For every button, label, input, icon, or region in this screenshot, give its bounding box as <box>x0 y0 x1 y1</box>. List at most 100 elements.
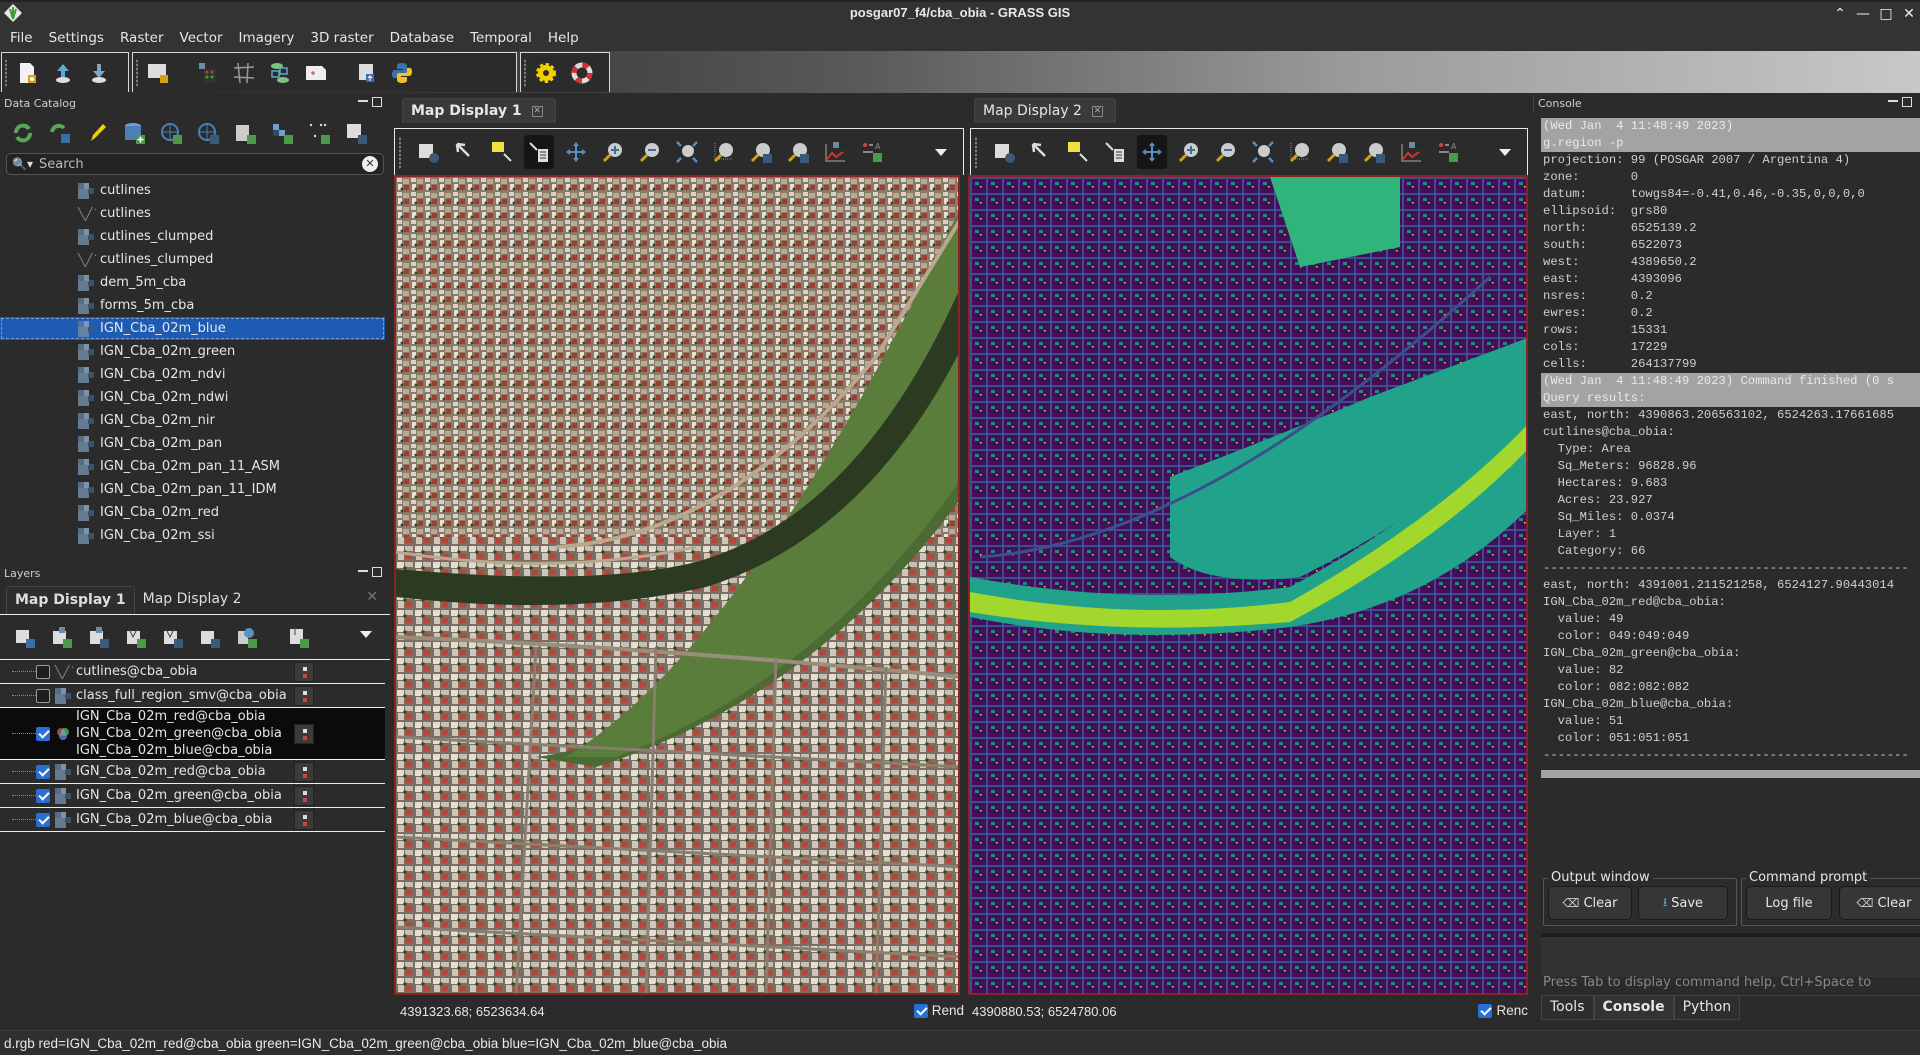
query-button[interactable] <box>1100 135 1130 169</box>
zoom-out-button[interactable] <box>1211 135 1241 169</box>
import-button[interactable] <box>10 622 40 652</box>
menu-imagery[interactable]: Imagery <box>231 26 303 51</box>
select-button[interactable] <box>1063 135 1093 169</box>
layer-row[interactable]: IGN_Cba_02m_red@cba_obia IGN_Cba_02m_gree… <box>0 708 385 760</box>
layer-visibility-checkbox[interactable] <box>36 726 50 741</box>
log-file-button[interactable]: Log file <box>1746 886 1832 920</box>
analyze-button[interactable] <box>820 135 850 169</box>
catalog-item[interactable]: IGN_Cba_02m_nir <box>0 409 385 432</box>
add-mapset-button[interactable] <box>230 118 260 148</box>
layer-row[interactable]: IGN_Cba_02m_blue@cba_obia <box>0 808 385 832</box>
layer-row[interactable]: IGN_Cba_02m_green@cba_obia <box>0 784 385 808</box>
menu-file[interactable]: File <box>2 26 41 51</box>
catalog-item[interactable]: forms_5m_cba <box>0 294 385 317</box>
close-button[interactable]: ✕ <box>1899 5 1919 23</box>
catalog-item[interactable]: ╲╱˙ cutlines <box>0 202 385 225</box>
georectifier-button[interactable] <box>229 58 259 88</box>
menu-3d-raster[interactable]: 3D raster <box>302 26 381 51</box>
import-location-button[interactable] <box>193 118 223 148</box>
catalog-item[interactable]: cutlines <box>0 179 385 202</box>
add-grass-database-button[interactable] <box>119 118 149 148</box>
map-toolbar-overflow-icon[interactable] <box>935 149 947 156</box>
catalog-search-input[interactable] <box>33 156 362 172</box>
layer-visibility-checkbox[interactable] <box>36 688 50 703</box>
zoom-region-button[interactable] <box>709 135 739 169</box>
map-canvas-2[interactable] <box>968 175 1528 995</box>
display-map-button[interactable] <box>413 135 443 169</box>
zoom-extent-button[interactable] <box>672 135 702 169</box>
map-canvas-1[interactable] <box>394 175 960 995</box>
reload-button[interactable] <box>8 118 38 148</box>
pointer-button[interactable] <box>450 135 480 169</box>
zoom-in-button[interactable] <box>1174 135 1204 169</box>
toolbar-grip[interactable] <box>136 59 138 87</box>
catalog-item[interactable]: IGN_Cba_02m_red <box>0 501 385 524</box>
link-external-button[interactable] <box>341 118 371 148</box>
catalog-item[interactable]: cutlines_clumped <box>0 225 385 248</box>
menu-database[interactable]: Database <box>382 26 462 51</box>
layer-visibility-checkbox[interactable] <box>36 664 50 679</box>
display-map-button[interactable] <box>989 135 1019 169</box>
launch-script-button[interactable] <box>351 58 381 88</box>
select-button[interactable] <box>487 135 517 169</box>
add-overlay-button[interactable] <box>195 622 225 652</box>
layers-tab-map-display-2[interactable]: Map Display 2 <box>135 586 250 614</box>
pan-button[interactable] <box>561 135 591 169</box>
menu-temporal[interactable]: Temporal <box>462 26 540 51</box>
menu-raster[interactable]: Raster <box>112 26 172 51</box>
add-raster-button[interactable] <box>47 622 77 652</box>
toolbar-grip[interactable] <box>399 137 401 169</box>
add-raster-misc-button[interactable] <box>84 622 114 652</box>
settings-button[interactable] <box>531 58 561 88</box>
catalog-item[interactable]: ╲╱˙ cutlines_clumped <box>0 248 385 271</box>
dock-minimize-icon[interactable] <box>1888 100 1898 102</box>
catalog-item[interactable]: IGN_Cba_02m_pan_11_IDM <box>0 478 385 501</box>
toolbar-grip[interactable] <box>975 137 977 169</box>
pan-button[interactable] <box>1137 135 1167 169</box>
dock-minimize-icon[interactable] <box>358 100 368 102</box>
render-checkbox-icon[interactable] <box>913 1003 928 1018</box>
layers-tab-map-display-1[interactable]: Map Display 1 <box>6 586 135 614</box>
tab-map-display-2[interactable]: Map Display 2 ✕ <box>974 98 1116 123</box>
add-location-button[interactable] <box>156 118 186 148</box>
edit-mode-button[interactable] <box>82 118 112 148</box>
save-output-button[interactable]: ⭳ Save <box>1638 886 1728 920</box>
zoom-back-button[interactable] <box>746 135 776 169</box>
toolbar-grip[interactable] <box>5 59 7 87</box>
layer-options-button[interactable] <box>294 662 314 682</box>
help-button[interactable] <box>567 58 597 88</box>
add-web-service-button[interactable] <box>232 622 262 652</box>
catalog-item[interactable]: IGN_Cba_02m_pan <box>0 432 385 455</box>
dock-float-icon[interactable] <box>372 567 382 577</box>
pointer-button[interactable] <box>1026 135 1056 169</box>
add-group-button[interactable] <box>284 622 314 652</box>
decorations-button[interactable]: A <box>857 135 887 169</box>
catalog-item[interactable]: IGN_Cba_02m_blue <box>0 317 385 340</box>
add-vector-misc-button[interactable] <box>158 622 188 652</box>
zoom-options-button[interactable] <box>783 135 813 169</box>
catalog-item[interactable]: IGN_Cba_02m_pan_11_ASM <box>0 455 385 478</box>
import-raster-button[interactable] <box>267 118 297 148</box>
menu-settings[interactable]: Settings <box>41 26 112 51</box>
menu-help[interactable]: Help <box>540 26 587 51</box>
layer-row[interactable]: class_full_region_smv@cba_obia <box>0 684 385 708</box>
catalog-item[interactable]: IGN_Cba_02m_ssi <box>0 524 385 545</box>
menu-vector[interactable]: Vector <box>172 26 231 51</box>
catalog-item[interactable]: IGN_Cba_02m_ndvi <box>0 363 385 386</box>
analyze-button[interactable] <box>1396 135 1426 169</box>
tab-python[interactable]: Python <box>1673 996 1741 1020</box>
layer-row[interactable]: IGN_Cba_02m_red@cba_obia <box>0 760 385 784</box>
command-input[interactable] <box>1541 933 1920 977</box>
clear-prompt-button[interactable]: ⌫ Clear <box>1839 886 1920 920</box>
reload-mapset-button[interactable] <box>45 118 75 148</box>
layer-options-button[interactable] <box>294 810 314 830</box>
zoom-region-button[interactable] <box>1285 135 1315 169</box>
layer-options-button[interactable] <box>294 762 314 782</box>
query-button[interactable] <box>524 135 554 169</box>
map-composer-button[interactable] <box>301 58 331 88</box>
zoom-back-button[interactable] <box>1322 135 1352 169</box>
catalog-item[interactable]: dem_5m_cba <box>0 271 385 294</box>
collapse-window-button[interactable]: ⌃ <box>1830 5 1850 23</box>
layer-row[interactable]: ╲╱˙ cutlines@cba_obia <box>0 660 385 684</box>
graphical-modeler-button[interactable] <box>265 58 295 88</box>
